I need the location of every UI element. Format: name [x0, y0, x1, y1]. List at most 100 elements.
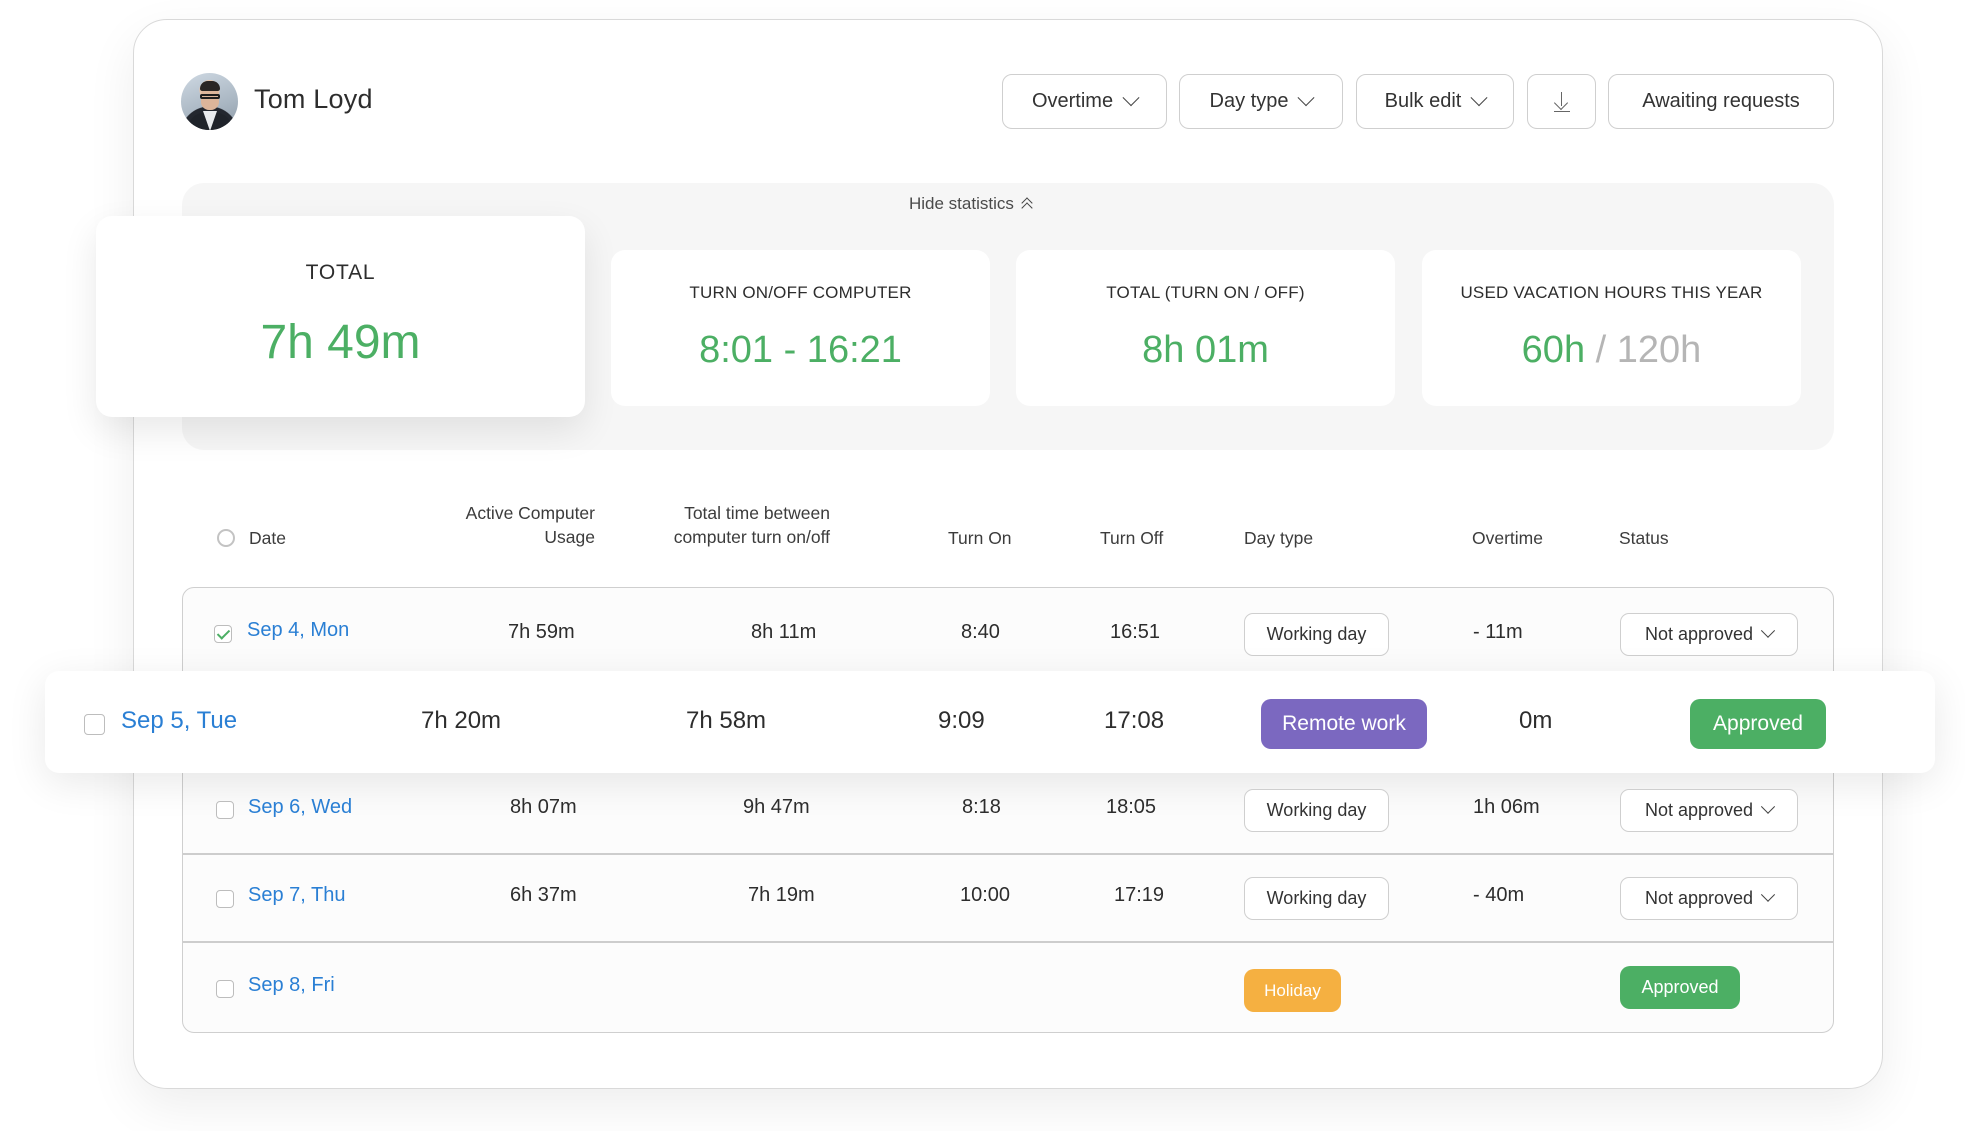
stat-value: 60h / 120h [1422, 329, 1801, 372]
header-active-usage[interactable]: Active Computer Usage [420, 501, 595, 549]
row-turn-off: 18:05 [1106, 796, 1157, 818]
row-date-link[interactable]: Sep 6, Wed [248, 796, 352, 819]
hide-statistics-label: Hide statistics [909, 194, 1014, 213]
row-turn-on: 8:40 [961, 621, 1000, 643]
day-type-badge-remote[interactable]: Remote work [1261, 699, 1427, 749]
overtime-dropdown[interactable]: Overtime [1002, 74, 1167, 129]
row-checkbox[interactable] [216, 801, 234, 819]
stat-label: TOTAL [305, 261, 376, 284]
header-total-between-line2: computer turn on/off [673, 527, 830, 547]
stat-card-total: TOTAL 7h 49m [96, 216, 585, 417]
row-active-usage: 6h 37m [510, 884, 577, 906]
header-total-between-line1: Total time between [684, 503, 830, 523]
row-total-between: 7h 58m [686, 707, 767, 734]
row-total-between: 7h 19m [748, 884, 815, 906]
row-turn-on: 9:09 [938, 707, 985, 734]
day-type-dropdown[interactable]: Day type [1179, 74, 1343, 129]
bulk-edit-dropdown[interactable]: Bulk edit [1356, 74, 1514, 129]
status-label: Not approved [1644, 800, 1754, 820]
chevron-down-icon [1760, 887, 1776, 902]
row-turn-on: 10:00 [960, 884, 1011, 906]
status-label: Not approved [1644, 888, 1754, 908]
row-turn-off: 17:08 [1104, 707, 1165, 734]
status-dropdown[interactable]: Not approved [1620, 877, 1798, 920]
row-date-link[interactable]: Sep 4, Mon [247, 619, 349, 642]
day-type-label: Working day [1266, 624, 1367, 644]
status-badge-approved[interactable]: Approved [1620, 966, 1740, 1009]
row-checkbox[interactable] [84, 714, 105, 735]
day-type-badge[interactable]: Working day [1244, 613, 1389, 656]
stat-label: USED VACATION HOURS THIS YEAR [1460, 283, 1763, 302]
double-chevron-up-icon [1020, 196, 1034, 214]
row-active-usage: 7h 59m [508, 621, 575, 643]
header-active-usage-line2: Usage [544, 527, 595, 547]
timesheet-table [182, 587, 1834, 1033]
stat-value: 7h 49m [260, 316, 421, 369]
stat-value: 8h 01m [1142, 329, 1269, 371]
avatar[interactable] [181, 73, 238, 130]
row-checkbox[interactable] [216, 890, 234, 908]
header-status[interactable]: Status [1619, 526, 1669, 550]
day-type-dropdown-label: Day type [1209, 90, 1289, 112]
day-type-badge-holiday[interactable]: Holiday [1244, 969, 1341, 1012]
vacation-separator: / [1595, 329, 1607, 371]
row-turn-off: 16:51 [1110, 621, 1161, 643]
select-all-radio[interactable] [217, 529, 235, 547]
status-dropdown[interactable]: Not approved [1620, 613, 1798, 656]
row-total-between: 8h 11m [751, 621, 817, 643]
header-turn-off[interactable]: Turn Off [1100, 526, 1163, 550]
row-total-between: 9h 47m [743, 796, 810, 818]
row-overtime: - 11m [1473, 621, 1523, 643]
status-label: Approved [1641, 977, 1719, 997]
day-type-badge[interactable]: Working day [1244, 789, 1389, 832]
header-total-between[interactable]: Total time between computer turn on/off [620, 501, 830, 549]
day-type-badge[interactable]: Working day [1244, 877, 1389, 920]
download-button[interactable] [1527, 74, 1596, 129]
stat-card-turn-on-off: TURN ON/OFF COMPUTER 8:01 - 16:21 [611, 250, 990, 406]
header-day-type[interactable]: Day type [1244, 526, 1313, 550]
chevron-down-icon [1470, 88, 1488, 106]
row-date-link[interactable]: Sep 5, Tue [121, 707, 237, 735]
status-dropdown[interactable]: Not approved [1620, 789, 1798, 832]
day-type-label: Remote work [1282, 712, 1406, 735]
row-divider [183, 853, 1833, 855]
awaiting-requests-button[interactable]: Awaiting requests [1608, 74, 1834, 129]
chevron-down-icon [1297, 88, 1315, 106]
row-checkbox[interactable] [216, 980, 234, 998]
awaiting-requests-label: Awaiting requests [1642, 90, 1800, 112]
overtime-dropdown-label: Overtime [1031, 90, 1114, 112]
status-badge-approved[interactable]: Approved [1690, 699, 1826, 749]
row-date-link[interactable]: Sep 8, Fri [248, 974, 335, 997]
header-turn-on[interactable]: Turn On [948, 526, 1012, 550]
vacation-total: 120h [1616, 329, 1702, 371]
chevron-down-icon [1760, 799, 1776, 814]
stat-card-total-turn-on-off: TOTAL (TURN ON / OFF) 8h 01m [1016, 250, 1395, 406]
stat-card-vacation-hours: USED VACATION HOURS THIS YEAR 60h / 120h [1422, 250, 1801, 406]
stat-label: TURN ON/OFF COMPUTER [689, 283, 912, 302]
row-overtime: 1h 06m [1473, 796, 1540, 818]
day-type-label: Holiday [1264, 980, 1321, 1000]
header-date[interactable]: Date [249, 526, 286, 550]
stat-value: 8:01 - 16:21 [699, 329, 902, 371]
day-type-label: Working day [1266, 800, 1367, 820]
row-active-usage: 7h 20m [421, 707, 502, 734]
row-overtime: 0m [1519, 707, 1553, 734]
row-divider [183, 941, 1833, 943]
row-checkbox[interactable] [214, 625, 232, 643]
hide-statistics-toggle[interactable]: Hide statistics [909, 194, 1034, 214]
row-active-usage: 8h 07m [510, 796, 577, 818]
table-row-highlighted[interactable] [45, 671, 1935, 773]
status-label: Not approved [1644, 624, 1754, 644]
row-date-link[interactable]: Sep 7, Thu [248, 884, 345, 907]
stat-label: TOTAL (TURN ON / OFF) [1106, 283, 1305, 302]
chevron-down-icon [1122, 88, 1140, 106]
vacation-used: 60h [1521, 329, 1586, 371]
header-active-usage-line1: Active Computer [465, 503, 595, 523]
user-name: Tom Loyd [254, 84, 373, 114]
row-overtime: - 40m [1473, 884, 1525, 906]
row-turn-off: 17:19 [1114, 884, 1165, 906]
status-label: Approved [1713, 712, 1803, 735]
day-type-label: Working day [1266, 888, 1367, 908]
header-overtime[interactable]: Overtime [1472, 526, 1543, 550]
bulk-edit-dropdown-label: Bulk edit [1384, 90, 1462, 112]
